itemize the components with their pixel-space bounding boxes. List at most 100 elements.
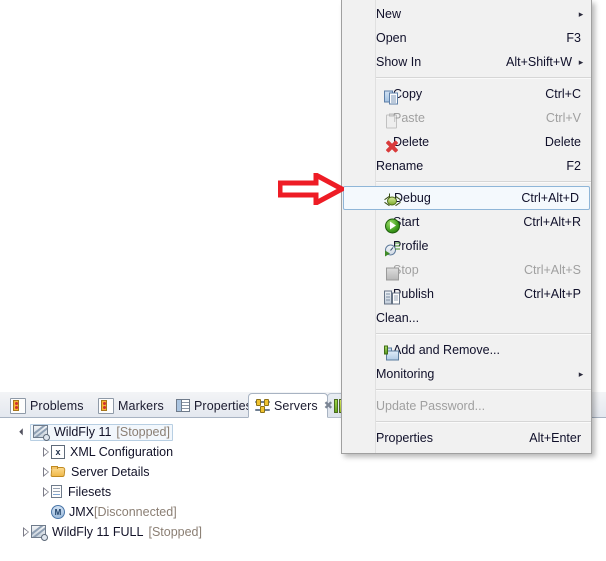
- server-icon: [33, 424, 50, 441]
- start-icon: [384, 217, 401, 234]
- menu-item-publish-label: Publish: [393, 287, 434, 301]
- add-remove-icon: [384, 345, 401, 362]
- menu-item-delete[interactable]: Delete Delete: [342, 130, 591, 154]
- submenu-arrow-icon: ▸: [578, 8, 584, 19]
- tree-label-server-details: Server Details: [71, 465, 150, 479]
- tab-servers-close-icon[interactable]: ✖: [324, 399, 333, 412]
- tree-label-filesets: Filesets: [68, 485, 112, 499]
- jmx-icon: M: [51, 505, 65, 519]
- menu-item-open-accel: F3: [566, 31, 581, 45]
- server-context-menu: New ▸ Open F3 Show In Alt+Shift+W ▸ Copy…: [341, 0, 592, 454]
- tree-row-filesets[interactable]: Filesets: [0, 482, 606, 502]
- tree-label-wildfly-11: WildFly 11: [54, 425, 112, 439]
- menu-item-open-label: Open: [376, 31, 407, 45]
- menu-item-open[interactable]: Open F3: [342, 26, 591, 50]
- menu-item-debug-accel: Ctrl+Alt+D: [521, 191, 579, 205]
- tree-row-content: Filesets: [51, 485, 111, 499]
- menu-item-clean-label: Clean...: [376, 311, 420, 325]
- menu-separator: [376, 333, 591, 335]
- menu-item-properties-label: Properties: [376, 431, 433, 445]
- menu-item-paste-label: Paste: [393, 111, 425, 125]
- menu-item-clean[interactable]: Clean...: [342, 306, 591, 330]
- menu-separator: [376, 77, 591, 79]
- menu-item-show-in[interactable]: Show In Alt+Shift+W ▸: [342, 50, 591, 74]
- tab-problems[interactable]: Problems: [4, 393, 92, 418]
- tree-label-jmx: JMX: [69, 505, 94, 519]
- twisty-collapsed-icon[interactable]: [36, 467, 51, 477]
- folder-icon: [51, 466, 66, 478]
- twisty-collapsed-icon[interactable]: [36, 487, 51, 497]
- debug-icon: [384, 192, 401, 209]
- menu-item-new-label: New: [376, 7, 402, 21]
- servers-icon: [255, 398, 270, 413]
- menu-separator: [376, 389, 591, 391]
- menu-item-new[interactable]: New ▸: [342, 2, 591, 26]
- problems-icon: [10, 397, 26, 414]
- tree-row-jmx[interactable]: M JMX [Disconnected]: [0, 502, 606, 522]
- menu-item-add-and-remove[interactable]: Add and Remove...: [342, 338, 591, 362]
- tree-row-content: Server Details: [51, 465, 150, 479]
- menu-item-copy-accel: Ctrl+C: [545, 87, 581, 101]
- xml-file-icon: x: [51, 445, 65, 459]
- tree-status-jmx: [Disconnected]: [94, 505, 177, 519]
- tab-servers-label: Servers: [274, 398, 318, 413]
- properties-icon: [176, 399, 190, 412]
- tree-label-xml-configuration: XML Configuration: [70, 445, 174, 459]
- tab-properties-label: Properties: [194, 398, 252, 413]
- paste-icon: [384, 113, 401, 130]
- twisty-expanded-icon[interactable]: [16, 430, 31, 435]
- tree-row-content: x XML Configuration: [51, 445, 173, 459]
- menu-item-debug[interactable]: Debug Ctrl+Alt+D: [343, 186, 590, 210]
- menu-separator: [376, 421, 591, 423]
- menu-item-rename-accel: F2: [566, 159, 581, 173]
- stop-icon: [384, 265, 401, 282]
- tab-markers-label: Markers: [118, 398, 164, 413]
- red-pointer-arrow: [277, 170, 348, 208]
- submenu-arrow-icon: ▸: [578, 56, 584, 67]
- menu-item-copy[interactable]: Copy Ctrl+C: [342, 82, 591, 106]
- menu-item-properties[interactable]: Properties Alt+Enter: [342, 426, 591, 450]
- menu-item-profile-label: Profile: [393, 239, 429, 253]
- tab-servers[interactable]: Servers ✖: [248, 393, 333, 418]
- menu-item-monitoring[interactable]: Monitoring ▸: [342, 362, 591, 386]
- menu-item-paste-accel: Ctrl+V: [545, 111, 581, 125]
- tree-row-selection: WildFly 11 [Stopped]: [30, 423, 173, 441]
- publish-icon: [384, 289, 401, 306]
- menu-item-debug-label: Debug: [394, 191, 431, 205]
- tree-status-wildfly-11: [Stopped]: [116, 425, 170, 439]
- menu-item-update-password: Update Password...: [342, 394, 591, 418]
- tree-row-wildfly-11-full[interactable]: WildFly 11 FULL [Stopped]: [0, 522, 606, 542]
- tab-markers[interactable]: Markers: [92, 393, 172, 418]
- menu-item-profile[interactable]: Profile: [342, 234, 591, 258]
- menu-item-stop: Stop Ctrl+Alt+S: [342, 258, 591, 282]
- markers-icon: [98, 397, 114, 414]
- menu-item-start-accel: Ctrl+Alt+R: [523, 215, 581, 229]
- tree-row-server-details[interactable]: Server Details: [0, 462, 606, 482]
- tree-status-wildfly-11-full: [Stopped]: [148, 525, 202, 539]
- menu-item-stop-label: Stop: [393, 263, 419, 277]
- delete-icon: [384, 137, 401, 154]
- menu-item-rename-label: Rename: [376, 159, 424, 173]
- tree-row-content: WildFly 11 FULL [Stopped]: [31, 524, 202, 541]
- menu-item-paste: Paste Ctrl+V: [342, 106, 591, 130]
- menu-item-stop-accel: Ctrl+Alt+S: [524, 263, 581, 277]
- menu-item-show-in-label: Show In: [376, 55, 422, 69]
- menu-item-delete-label: Delete: [393, 135, 430, 149]
- menu-item-add-and-remove-label: Add and Remove...: [393, 343, 501, 357]
- server-icon: [31, 524, 48, 541]
- menu-item-rename[interactable]: Rename F2: [342, 154, 591, 178]
- menu-item-show-in-accel: Alt+Shift+W: [506, 55, 572, 69]
- menu-item-publish[interactable]: Publish Ctrl+Alt+P: [342, 282, 591, 306]
- twisty-collapsed-icon[interactable]: [16, 527, 31, 537]
- menu-item-delete-accel: Delete: [544, 135, 581, 149]
- tab-properties[interactable]: Properties: [170, 393, 252, 418]
- twisty-collapsed-icon[interactable]: [36, 447, 51, 457]
- menu-item-start[interactable]: Start Ctrl+Alt+R: [342, 210, 591, 234]
- profile-icon: [384, 241, 401, 258]
- menu-item-update-password-label: Update Password...: [376, 399, 486, 413]
- copy-icon: [384, 89, 401, 106]
- submenu-arrow-icon: ▸: [578, 368, 584, 379]
- menu-separator: [376, 181, 591, 183]
- tree-label-wildfly-11-full: WildFly 11 FULL: [52, 525, 144, 539]
- menu-item-properties-accel: Alt+Enter: [529, 431, 581, 445]
